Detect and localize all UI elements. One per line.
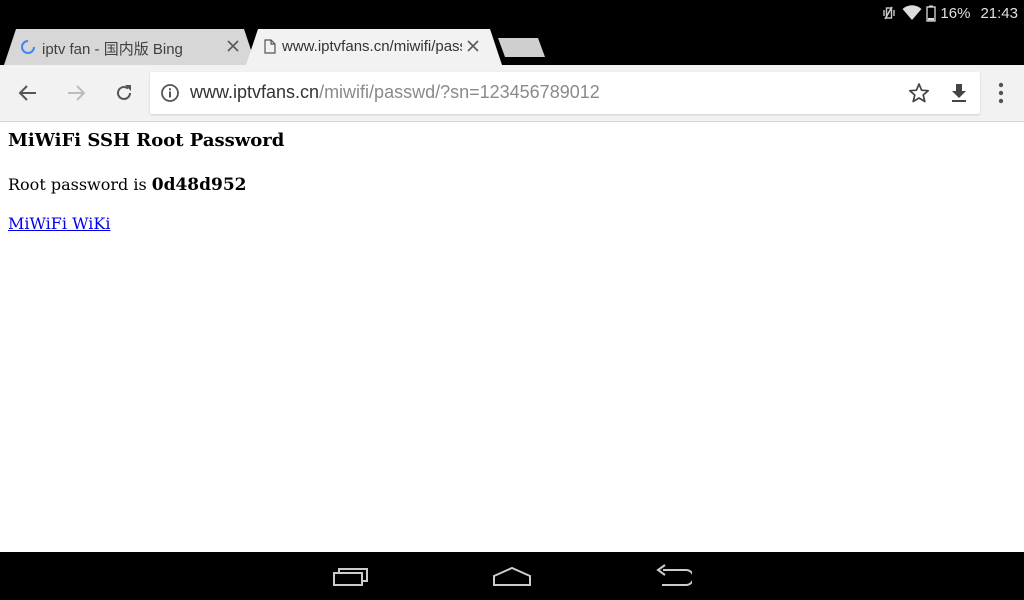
recent-apps-button[interactable] bbox=[332, 564, 370, 593]
password-label: Root password is bbox=[8, 175, 152, 194]
back-nav-button[interactable] bbox=[654, 564, 695, 593]
url-text[interactable]: www.iptvfans.cn/miwifi/passwd/?sn=123456… bbox=[190, 82, 600, 103]
navigation-bar bbox=[0, 552, 1024, 600]
tab-strip: iptv fan - 国内版 Bing www.iptvfans.cn/miwi… bbox=[0, 26, 1024, 65]
address-bar[interactable]: www.iptvfans.cn/miwifi/passwd/?sn=123456… bbox=[150, 72, 980, 114]
new-tab-button[interactable] bbox=[498, 38, 546, 63]
tab-iptvfans[interactable]: www.iptvfans.cn/miwifi/passwd bbox=[246, 29, 502, 65]
vibrate-off-icon bbox=[880, 4, 898, 22]
home-button[interactable] bbox=[492, 564, 532, 593]
back-arrow-icon bbox=[656, 564, 695, 586]
reload-icon bbox=[117, 85, 131, 100]
password-value: 0d48d952 bbox=[151, 175, 247, 195]
page-icon bbox=[264, 39, 276, 59]
home-icon bbox=[493, 566, 531, 586]
overflow-menu-icon[interactable] bbox=[990, 79, 1012, 107]
battery-percent: 16% bbox=[940, 4, 971, 22]
url-host: www.iptvfans.cn bbox=[190, 82, 320, 102]
battery-icon bbox=[926, 5, 937, 22]
reload-button[interactable] bbox=[110, 79, 138, 107]
url-path: /miwifi/passwd/?sn=123456789012 bbox=[319, 82, 600, 102]
browser-toolbar: www.iptvfans.cn/miwifi/passwd/?sn=123456… bbox=[0, 65, 1024, 122]
wifi-icon bbox=[902, 5, 922, 21]
password-line: Root password is 0d48d952 bbox=[8, 175, 247, 195]
arrow-left-icon bbox=[18, 85, 36, 101]
wiki-link[interactable]: MiWiFi WiKi bbox=[8, 214, 110, 233]
status-bar: 16% 21:43 bbox=[0, 0, 1024, 26]
page-heading: MiWiFi SSH Root Password bbox=[8, 130, 285, 151]
page-content: MiWiFi SSH Root Password Root password i… bbox=[0, 122, 1024, 552]
tab-title: www.iptvfans.cn/miwifi/passwd bbox=[282, 38, 462, 55]
forward-button[interactable] bbox=[62, 79, 90, 107]
download-icon[interactable] bbox=[948, 82, 970, 109]
bookmark-star-icon[interactable] bbox=[908, 82, 930, 109]
tab-bing[interactable]: iptv fan - 国内版 Bing bbox=[4, 29, 256, 65]
back-button[interactable] bbox=[14, 79, 42, 107]
tab-title: iptv fan - 国内版 Bing bbox=[42, 41, 183, 58]
close-tab-icon[interactable] bbox=[226, 39, 240, 53]
status-icons: 16% 21:43 bbox=[880, 3, 1018, 23]
recent-apps-icon bbox=[333, 568, 368, 586]
loading-spinner-icon bbox=[20, 39, 36, 60]
clock: 21:43 bbox=[980, 4, 1018, 22]
info-icon[interactable] bbox=[160, 83, 180, 108]
arrow-right-icon bbox=[68, 85, 86, 101]
close-tab-icon[interactable] bbox=[466, 39, 480, 53]
